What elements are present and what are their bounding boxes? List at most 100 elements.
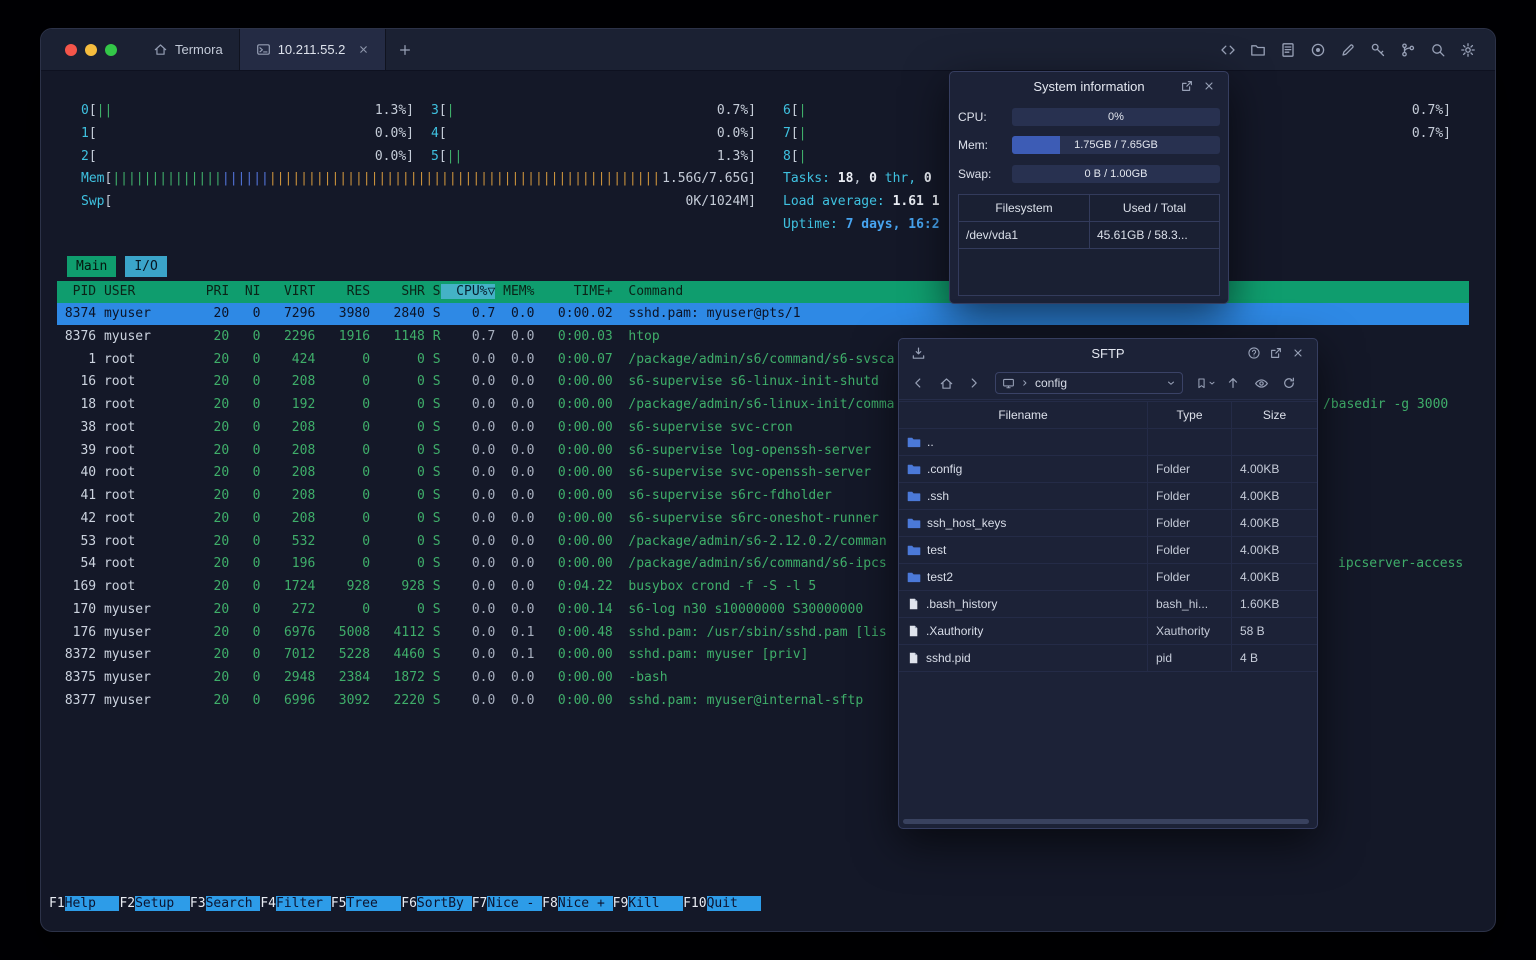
help-icon[interactable] [1243, 342, 1265, 364]
fn-F6[interactable]: F6SortBy [401, 896, 472, 911]
file-icon [907, 651, 920, 665]
file-row-test[interactable]: test Folder 4.00KB [899, 537, 1317, 564]
path-chevron-icon [1020, 378, 1030, 388]
open-in-new-window-icon[interactable] [1176, 75, 1198, 97]
search-icon[interactable] [1425, 37, 1451, 63]
file-type: Xauthority [1148, 618, 1232, 644]
mem-usage-row: Mem: 1.75GB / 7.65GB [958, 136, 1220, 154]
tab-session-label: 10.211.55.2 [277, 42, 346, 57]
file-type: Folder [1148, 564, 1232, 590]
cpu-meter-0: 0[|| 1.3%] [81, 103, 414, 118]
sftp-panel-header: SFTP [899, 339, 1317, 367]
home-button[interactable] [935, 372, 957, 394]
back-button[interactable] [907, 372, 929, 394]
file-table-header[interactable]: Filename Type Size [899, 401, 1317, 429]
swap-meter: Swp[0K/1024M] [81, 194, 756, 209]
fn-F9[interactable]: F9Kill [613, 896, 684, 911]
file-size: 4.00KB [1240, 543, 1280, 557]
fn-F4[interactable]: F4Filter [260, 896, 331, 911]
system-information-panel: System information CPU: 0% Mem: 1.75GB /… [949, 71, 1229, 304]
htop-tab-main[interactable]: Main [67, 256, 117, 277]
tab-session[interactable]: 10.211.55.2 [238, 29, 387, 70]
path-dropdown-icon[interactable] [1166, 378, 1176, 388]
close-tab-icon[interactable] [358, 44, 369, 55]
fn-F1[interactable]: F1Help [49, 896, 120, 911]
file-row-.bash_history[interactable]: .bash_history bash_hi... 1.60KB [899, 591, 1317, 618]
close-panel-icon[interactable] [1287, 342, 1309, 364]
folder-icon [907, 570, 921, 584]
horizontal-scrollbar[interactable] [903, 819, 1309, 824]
tab-home[interactable]: Termora [137, 29, 239, 70]
file-size: 4.00KB [1240, 462, 1280, 476]
file-name: sshd.pid [926, 651, 971, 665]
command-continuation: /basedir -g 3000 [1323, 397, 1449, 413]
fn-F3[interactable]: F3Search [190, 896, 261, 911]
show-hidden-files-button[interactable] [1250, 372, 1272, 394]
refresh-button[interactable] [1278, 372, 1300, 394]
uptime: Uptime: 7 days, 16:2 [783, 217, 940, 232]
file-row-..[interactable]: .. [899, 429, 1317, 456]
tasks-summary: Tasks: 18, 0 thr, 0 [783, 171, 932, 186]
col-filename: Filename [899, 402, 1148, 428]
forward-button[interactable] [963, 372, 985, 394]
fn-F7[interactable]: F7Nice - [472, 896, 543, 911]
mem-usage-bar: 1.75GB / 7.65GB [1012, 136, 1220, 154]
col-type: Type [1148, 402, 1232, 428]
path-selector[interactable]: config [995, 372, 1183, 394]
col-size: Size [1262, 408, 1287, 422]
filesystem-table: Filesystem Used / Total /dev/vda1 45.61G… [958, 194, 1220, 296]
close-panel-icon[interactable] [1198, 75, 1220, 97]
parent-directory-button[interactable] [1222, 372, 1244, 394]
fs-usage: 45.61GB / 58.3... [1089, 222, 1219, 248]
branch-icon[interactable] [1395, 37, 1421, 63]
file-row-ssh_host_keys[interactable]: ssh_host_keys Folder 4.00KB [899, 510, 1317, 537]
process-row-8374[interactable]: 8374 myuser 20 0 7296 3980 2840 S 0.7 0.… [57, 303, 1469, 325]
file-row-.ssh[interactable]: .ssh Folder 4.00KB [899, 483, 1317, 510]
new-tab-button[interactable] [386, 29, 424, 70]
bookmarks-button[interactable] [1195, 377, 1216, 390]
file-size: 4.00KB [1240, 489, 1280, 503]
record-icon[interactable] [1305, 37, 1331, 63]
minimize-window-button[interactable] [85, 43, 97, 56]
file-row-sshd.pid[interactable]: sshd.pid pid 4 B [899, 645, 1317, 672]
file-name: .config [927, 462, 963, 476]
fn-F2[interactable]: F2Setup [119, 896, 190, 911]
sftp-toolbar: config [899, 367, 1317, 400]
file-type: pid [1148, 645, 1232, 671]
fn-F8[interactable]: F8Nice + [542, 896, 613, 911]
fs-col-used-total: Used / Total [1089, 195, 1219, 221]
code-icon[interactable] [1215, 37, 1241, 63]
key-icon[interactable] [1365, 37, 1391, 63]
zoom-window-button[interactable] [105, 43, 117, 56]
filesystem-row[interactable]: /dev/vda1 45.61GB / 58.3... [959, 222, 1219, 249]
file-type: Folder [1148, 456, 1232, 482]
traffic-lights [41, 29, 137, 70]
swap-label: Swap: [958, 167, 992, 181]
file-size: 4.00KB [1240, 516, 1280, 530]
edit-icon[interactable] [1335, 37, 1361, 63]
computer-icon [1002, 377, 1015, 390]
file-name: test2 [927, 570, 954, 584]
file-row-.Xauthority[interactable]: .Xauthority Xauthority 58 B [899, 618, 1317, 645]
process-table-header[interactable]: PID USER PRI NI VIRT RES SHR S CPU%▽ MEM… [57, 281, 1469, 303]
fn-F5[interactable]: F5Tree [331, 896, 402, 911]
file-name: .ssh [927, 489, 950, 503]
filesystem-table-header: Filesystem Used / Total [959, 195, 1219, 222]
sysinfo-panel-header: System information [950, 72, 1228, 100]
file-name: test [927, 543, 947, 557]
cpu-meter-5: 5[|| 1.3%] [431, 149, 756, 164]
open-in-new-window-icon[interactable] [1265, 342, 1287, 364]
settings-icon[interactable] [1455, 37, 1481, 63]
close-window-button[interactable] [65, 43, 77, 56]
fn-F10[interactable]: F10Quit [683, 896, 762, 911]
transfers-download-icon[interactable] [907, 342, 929, 364]
file-row-test2[interactable]: test2 Folder 4.00KB [899, 564, 1317, 591]
file-size: 4 B [1240, 651, 1259, 665]
file-size: 1.60KB [1240, 597, 1280, 611]
file-icon [907, 597, 920, 611]
htop-tab-io[interactable]: I/O [125, 256, 167, 277]
log-icon[interactable] [1275, 37, 1301, 63]
memory-meter: Mem[||||||||||||||||||||||||||||||||||||… [81, 171, 756, 186]
folder-icon[interactable] [1245, 37, 1271, 63]
file-row-.config[interactable]: .config Folder 4.00KB [899, 456, 1317, 483]
